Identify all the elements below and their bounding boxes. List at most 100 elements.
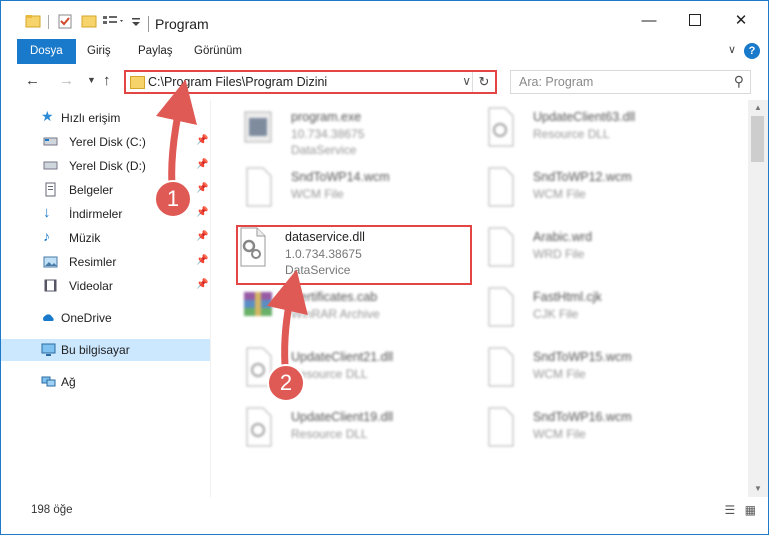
status-bar: 198 öğe ☰ ▦ bbox=[1, 497, 768, 534]
view-toggle: ☰ ▦ bbox=[725, 503, 756, 517]
vertical-scrollbar[interactable]: ▲ ▼ bbox=[748, 100, 768, 497]
sidebar-item-this-pc[interactable]: Bu bilgisayar bbox=[1, 339, 210, 361]
file-detail: WCM File bbox=[533, 187, 586, 201]
tab-home[interactable]: Giriş bbox=[77, 39, 121, 64]
file-item[interactable]: SndToWP12.wcm WCM File bbox=[483, 166, 723, 224]
help-icon[interactable]: ? bbox=[744, 43, 760, 59]
file-name: FastHtml.cjk bbox=[533, 290, 602, 304]
view-dropdown-icon[interactable] bbox=[102, 13, 126, 29]
file-item[interactable]: program.exe 10.734.38675 DataService bbox=[241, 106, 481, 164]
file-item[interactable]: UpdateClient63.dll Resource DLL bbox=[483, 106, 723, 164]
step-badge-2: 2 bbox=[267, 364, 305, 402]
sidebar-item-music[interactable]: ♪ Müzik 📌 bbox=[1, 227, 210, 249]
tab-view[interactable]: Görünüm bbox=[184, 39, 252, 64]
file-detail: WCM File bbox=[291, 187, 344, 201]
sidebar-item-onedrive[interactable]: OneDrive bbox=[1, 307, 210, 329]
refresh-icon[interactable]: ↻ bbox=[472, 72, 495, 92]
pin-icon[interactable]: 📌 bbox=[196, 183, 208, 194]
highlight-box bbox=[236, 225, 472, 285]
pin-icon[interactable]: 📌 bbox=[196, 231, 208, 242]
cloud-icon bbox=[43, 314, 54, 321]
file-item[interactable]: FastHtml.cjk CJK File bbox=[483, 286, 723, 344]
file-item[interactable]: SndToWP16.wcm WCM File bbox=[483, 406, 723, 464]
pin-icon[interactable]: 📌 bbox=[196, 255, 208, 266]
chevron-down-icon[interactable]: ∨ bbox=[462, 74, 471, 88]
file-name: UpdateClient19.dll bbox=[291, 410, 394, 424]
sidebar-item-label: Ağ bbox=[61, 375, 76, 389]
tab-share[interactable]: Paylaş bbox=[128, 39, 183, 64]
pin-icon[interactable]: 📌 bbox=[196, 207, 208, 218]
sidebar-item-local-disk-d[interactable]: Yerel Disk (D:) 📌 bbox=[1, 155, 210, 177]
sidebar-item-label: Bu bilgisayar bbox=[61, 343, 130, 357]
file-icon bbox=[488, 287, 514, 327]
file-name: program.exe bbox=[291, 110, 362, 124]
download-arrow-icon: ↓ bbox=[43, 204, 51, 221]
video-icon bbox=[44, 279, 57, 292]
search-box[interactable]: Ara: Program ⚲ bbox=[510, 70, 751, 94]
minimize-button[interactable]: — bbox=[626, 1, 672, 39]
address-bar[interactable]: C:\Program Files\Program Dizini ∨ ↻ bbox=[124, 70, 497, 94]
file-item[interactable]: SndToWP14.wcm WCM File bbox=[241, 166, 481, 224]
document-icon bbox=[45, 182, 56, 197]
pin-icon[interactable]: 📌 bbox=[196, 135, 208, 146]
minimize-icon: — bbox=[641, 11, 657, 29]
forward-arrow-icon[interactable]: → bbox=[59, 72, 74, 89]
new-folder-icon[interactable] bbox=[81, 13, 97, 29]
pin-icon[interactable]: 📌 bbox=[196, 279, 208, 290]
sidebar-item-label: Resimler bbox=[69, 255, 117, 269]
file-detail: WCM File bbox=[533, 427, 586, 441]
file-name: UpdateClient63.dll bbox=[533, 110, 636, 124]
file-icon bbox=[488, 407, 514, 447]
search-icon: ⚲ bbox=[733, 73, 744, 89]
file-item[interactable]: UpdateClient19.dll Resource DLL bbox=[241, 406, 481, 464]
ribbon-expand-icon[interactable]: ∨ bbox=[728, 43, 736, 56]
file-item[interactable]: SndToWP15.wcm WCM File bbox=[483, 346, 723, 404]
recent-locations-icon[interactable]: ▼ bbox=[87, 75, 96, 85]
properties-icon[interactable] bbox=[57, 13, 73, 29]
file-name: SndToWP14.wcm bbox=[291, 170, 390, 184]
file-item[interactable]: Arabic.wrd WRD File bbox=[483, 226, 723, 284]
file-detail: Resource DLL bbox=[533, 127, 610, 141]
customize-qat-icon[interactable] bbox=[130, 13, 142, 29]
computer-icon bbox=[41, 343, 56, 356]
maximize-button[interactable] bbox=[672, 1, 718, 39]
scroll-down-icon[interactable]: ▼ bbox=[748, 481, 768, 497]
file-icon bbox=[246, 167, 272, 207]
back-arrow-icon[interactable]: ← bbox=[25, 72, 40, 89]
drive-icon bbox=[43, 161, 58, 170]
sidebar-item-quick-access[interactable]: ★ Hızlı erişim bbox=[1, 107, 210, 129]
music-note-icon: ♪ bbox=[43, 228, 50, 244]
close-button[interactable]: ✕ bbox=[718, 1, 764, 39]
explorer-window: Program — ✕ Dosya Giriş Paylaş Görünüm ∨… bbox=[0, 0, 769, 535]
folder-icon bbox=[130, 76, 145, 89]
pin-icon[interactable]: 📌 bbox=[196, 159, 208, 170]
details-view-icon[interactable]: ☰ bbox=[725, 503, 736, 517]
file-name: UpdateClient21.dll bbox=[291, 350, 394, 364]
tab-file[interactable]: Dosya bbox=[17, 39, 76, 64]
navigation-pane: ★ Hızlı erişim Yerel Disk (C:) 📌 Yerel D… bbox=[1, 100, 211, 497]
step-badge-1: 1 bbox=[154, 180, 192, 218]
file-detail: WinRAR Archive bbox=[291, 307, 380, 321]
item-count: 198 öğe bbox=[31, 504, 73, 516]
star-icon: ★ bbox=[41, 108, 54, 124]
sidebar-item-network[interactable]: Ağ bbox=[1, 371, 210, 393]
dll-icon bbox=[246, 407, 272, 447]
search-input[interactable]: Ara: Program bbox=[519, 75, 593, 89]
sidebar-item-label: Videolar bbox=[69, 279, 113, 293]
file-detail: WCM File bbox=[533, 367, 586, 381]
sidebar-item-label: İndirmeler bbox=[69, 207, 123, 221]
scroll-thumb[interactable] bbox=[751, 116, 764, 162]
large-icons-view-icon[interactable]: ▦ bbox=[745, 503, 756, 517]
up-arrow-icon[interactable]: ↑ bbox=[103, 72, 111, 89]
drive-icon bbox=[43, 137, 58, 146]
window-title: Program bbox=[155, 16, 209, 32]
scroll-up-icon[interactable]: ▲ bbox=[748, 100, 768, 116]
file-name: SndToWP16.wcm bbox=[533, 410, 632, 424]
sidebar-item-local-disk-c[interactable]: Yerel Disk (C:) 📌 bbox=[1, 131, 210, 153]
sidebar-item-label: Yerel Disk (D:) bbox=[69, 159, 146, 173]
file-item[interactable]: Certificates.cab WinRAR Archive bbox=[241, 286, 481, 344]
file-icon bbox=[488, 227, 514, 267]
sidebar-item-label: Hızlı erişim bbox=[61, 111, 121, 125]
sidebar-item-pictures[interactable]: Resimler 📌 bbox=[1, 251, 210, 273]
sidebar-item-videos[interactable]: Videolar 📌 bbox=[1, 275, 210, 297]
